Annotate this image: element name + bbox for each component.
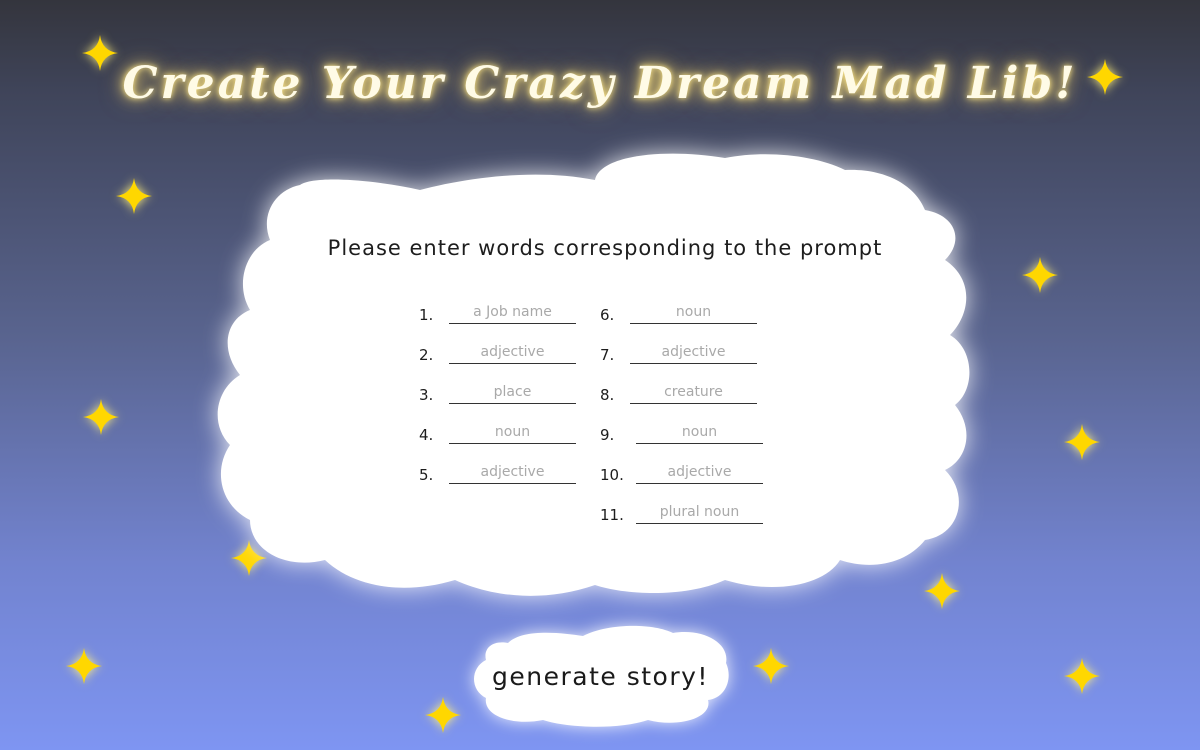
field-number: 5. xyxy=(419,466,434,484)
form-row-6: 6. xyxy=(600,301,757,324)
field-number: 7. xyxy=(600,346,615,364)
job-name-input[interactable] xyxy=(449,301,576,324)
adjective-input-1[interactable] xyxy=(449,341,576,364)
star-icon xyxy=(80,33,120,73)
plural-noun-input[interactable] xyxy=(636,501,763,524)
star-icon xyxy=(81,397,121,437)
star-icon xyxy=(64,646,104,686)
adjective-input-4[interactable] xyxy=(636,461,763,484)
star-icon xyxy=(1062,656,1102,696)
star-icon xyxy=(114,176,154,216)
noun-input-1[interactable] xyxy=(449,421,576,444)
form-row-1: 1. xyxy=(419,301,576,324)
place-input[interactable] xyxy=(449,381,576,404)
star-icon xyxy=(423,695,463,735)
field-number: 10. xyxy=(600,466,624,484)
noun-input-3[interactable] xyxy=(636,421,763,444)
field-number: 8. xyxy=(600,386,615,404)
field-number: 4. xyxy=(419,426,434,444)
star-icon xyxy=(1020,255,1060,295)
form-row-3: 3. xyxy=(419,381,576,404)
field-number: 9. xyxy=(600,426,615,444)
generate-story-button[interactable]: generate story! xyxy=(468,618,733,730)
form-row-4: 4. xyxy=(419,421,576,444)
form-row-10: 10. xyxy=(600,461,763,484)
adjective-input-2[interactable] xyxy=(449,461,576,484)
generate-story-label: generate story! xyxy=(492,661,709,691)
form-row-8: 8. xyxy=(600,381,757,404)
form-row-7: 7. xyxy=(600,341,757,364)
instructions-text: Please enter words corresponding to the … xyxy=(327,236,883,260)
field-number: 11. xyxy=(600,506,624,524)
field-number: 3. xyxy=(419,386,434,404)
form-row-2: 2. xyxy=(419,341,576,364)
star-icon xyxy=(751,646,791,686)
star-icon xyxy=(1085,57,1125,97)
creature-input[interactable] xyxy=(630,381,757,404)
adjective-input-3[interactable] xyxy=(630,341,757,364)
noun-input-2[interactable] xyxy=(630,301,757,324)
cloud-panel xyxy=(205,140,975,610)
page-title: Create Your Crazy Dream Mad Lib! xyxy=(122,58,1078,109)
field-number: 1. xyxy=(419,306,434,324)
form-row-5: 5. xyxy=(419,461,576,484)
field-number: 6. xyxy=(600,306,615,324)
form-row-11: 11. xyxy=(600,501,763,524)
form-row-9: 9. xyxy=(600,421,763,444)
field-number: 2. xyxy=(419,346,434,364)
star-icon xyxy=(1062,422,1102,462)
